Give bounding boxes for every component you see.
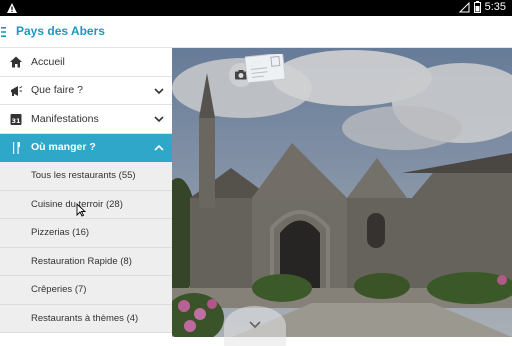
warning-icon: [7, 3, 17, 13]
chevron-down-icon: [249, 321, 261, 329]
chevron-down-icon[interactable]: [154, 114, 164, 124]
submenu-item-label: Crêperies (7): [31, 284, 87, 296]
battery-icon: [473, 1, 481, 13]
hamburger-icon[interactable]: [1, 26, 7, 38]
scroll-down-button[interactable]: [224, 306, 286, 346]
drawer-item-accueil[interactable]: Accueil: [0, 48, 172, 77]
drawer-item-label: Que faire ?: [31, 84, 83, 97]
drawer-item-manifestations[interactable]: 31 Manifestations: [0, 105, 172, 134]
app-bar: Pays des Abers: [0, 16, 512, 48]
submenu-item-restaurants-a-themes[interactable]: Restaurants à thèmes (4): [0, 304, 172, 333]
mouse-cursor-icon: [76, 203, 86, 217]
submenu-item-cuisine-du-terroir[interactable]: Cuisine du terroir (28): [0, 190, 172, 219]
app-title: Pays des Abers: [16, 24, 105, 38]
clock: 5:35: [484, 1, 506, 13]
drawer-item-label: Où manger ?: [31, 141, 96, 154]
postcard-icon[interactable]: [245, 54, 285, 82]
home-icon: [10, 56, 22, 68]
navigation-drawer: Accueil Que faire ? 31 Manifestations Où: [0, 48, 172, 337]
submenu-item-label: Pizzerias (16): [31, 227, 90, 239]
drawer-item-que-faire[interactable]: Que faire ?: [0, 77, 172, 105]
calendar-icon: 31: [10, 114, 22, 125]
no-signal-icon: [458, 1, 470, 12]
submenu-item-tous-les-restaurants[interactable]: Tous les restaurants (55): [0, 162, 172, 191]
hero-photo: [172, 48, 512, 337]
submenu-item-pizzerias[interactable]: Pizzerias (16): [0, 219, 172, 248]
submenu-item-restauration-rapide[interactable]: Restauration Rapide (8): [0, 247, 172, 276]
svg-text:31: 31: [11, 117, 21, 125]
megaphone-icon: [11, 85, 23, 96]
chevron-up-icon[interactable]: [154, 143, 164, 153]
submenu-item-creperies[interactable]: Crêperies (7): [0, 276, 172, 305]
status-bar: 5:35: [0, 0, 512, 16]
drawer-item-ou-manger[interactable]: Où manger ?: [0, 133, 172, 162]
submenu-item-label: Restaurants à thèmes (4): [31, 312, 139, 324]
submenu-item-label: Tous les restaurants (55): [31, 170, 136, 182]
drawer-item-label: Accueil: [31, 55, 65, 68]
cutlery-icon: [13, 141, 20, 154]
submenu-item-label: Restauration Rapide (8): [31, 255, 132, 267]
drawer-item-label: Manifestations: [31, 112, 99, 125]
chapel-photo-illustration: [172, 48, 512, 337]
chevron-down-icon[interactable]: [154, 86, 164, 96]
